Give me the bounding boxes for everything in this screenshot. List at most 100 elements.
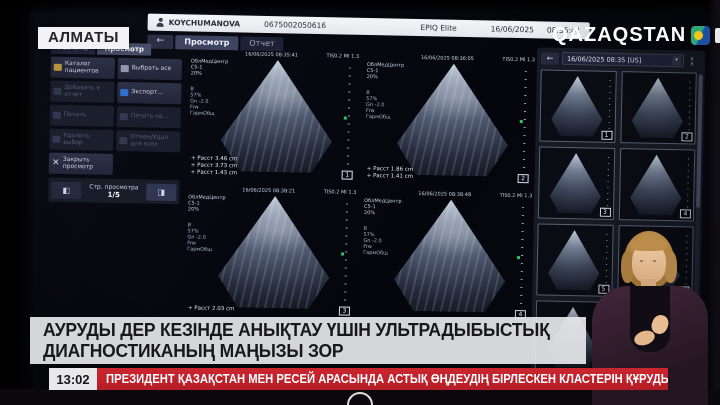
thumb-number-badge: 2 — [681, 132, 692, 141]
patient-id: 0675002050616 — [264, 20, 326, 30]
exam-date-dropdown[interactable]: 16/06/2025 08:35 [US] ▾ — [562, 52, 684, 67]
probe-info: ОблМедЦентр C5-1 20% — [364, 198, 402, 217]
patient-catalog-button[interactable]: Каталог пациентов — [51, 57, 115, 79]
mode-annotations: B 57% Gn -2.0 Frw ГармОбщ — [363, 226, 388, 256]
image-timestamp: 16/06/2025 08:38:21 — [242, 187, 295, 194]
thumbnail-panel-header: ← 16/06/2025 08:35 [US] ▾ ∧ ∧ — [541, 51, 697, 67]
headline-line-2: ДИАГНОСТИКАНЫҢ МАҢЫЗЫ ЗОР — [43, 341, 570, 362]
collapse-chevrons-icon[interactable]: ∧ ∧ — [687, 56, 697, 66]
patient-name: KOYCHUMANOVA — [169, 18, 241, 28]
location-tag: АЛМАТЫ — [38, 27, 129, 49]
probe-info: ОблМедЦентр C5-1 20% — [188, 194, 226, 213]
image-number-badge: 3 — [339, 306, 350, 315]
select-all-icon — [121, 65, 129, 72]
pager-next-button[interactable]: ◨ — [146, 183, 176, 201]
button-label: Печать на... — [131, 113, 169, 120]
broadcast-clock: 13:02 — [49, 368, 97, 390]
thumbnail-3[interactable]: 3 — [538, 146, 615, 220]
pager-status: Стр. просмотра 1/5 — [84, 183, 143, 199]
close-view-button[interactable]: ×Закрыть просмотр — [49, 153, 113, 175]
folder-icon — [54, 64, 62, 71]
thumb-fan — [549, 76, 605, 137]
back-arrow-icon[interactable]: ← — [541, 52, 559, 64]
button-label: Выбрать все — [132, 66, 172, 73]
thumbnail-1[interactable]: 1 — [539, 69, 616, 143]
chevron-down-icon: ▾ — [672, 56, 681, 65]
print-to-button[interactable]: Печать на... — [117, 106, 181, 128]
thumb-number-badge: 4 — [680, 209, 691, 218]
probe-info: ОблМедЦентр C5-1 20% — [367, 62, 405, 81]
add-to-report-button[interactable]: Добавить в отчет — [50, 81, 114, 103]
export-icon — [120, 89, 128, 96]
ultrasound-fan-image — [393, 63, 513, 177]
thumb-number-badge: 3 — [599, 208, 610, 217]
pager-label: Стр. просмотра — [84, 183, 143, 191]
thumb-ruler — [687, 158, 689, 212]
image-timestamp: 16/06/2025 08:35:41 — [245, 52, 298, 59]
printer-icon — [53, 112, 61, 119]
button-label: Добавить в отчет — [64, 85, 111, 99]
printer-to-icon — [120, 113, 128, 120]
mode-annotations: B 57% Gn -2.0 Frw ГармОбщ — [187, 222, 212, 252]
view-pager: ◧ Стр. просмотра 1/5 ◨ — [48, 178, 179, 205]
pager-value: 1/5 — [84, 190, 143, 199]
button-label: Экспорт... — [131, 89, 163, 96]
button-label: Каталог пациентов — [65, 61, 112, 75]
hd-badge: HD — [715, 28, 720, 43]
image-number-badge: 1 — [342, 170, 353, 179]
dropdown-value: 16/06/2025 08:35 [US] — [567, 54, 641, 63]
print-button[interactable]: Печать — [50, 105, 114, 127]
device-name: EPIQ Elite — [420, 23, 456, 33]
button-label: Удалить выбор — [63, 133, 110, 147]
image-timestamp: 16/06/2025 08:36:05 — [421, 55, 474, 62]
button-label: Закрыть просмотр — [63, 157, 110, 171]
qazaqstan-logo-icon — [691, 26, 710, 45]
dark-top-edge — [0, 0, 720, 14]
tv-broadcast-frame: KOYCHUMANOVA 0675002050616 EPIQ Elite 16… — [0, 0, 720, 405]
select-all-button[interactable]: Выбрать все — [118, 58, 182, 80]
tis-mi-readout: TIS0.2 MI 1.3 — [500, 193, 533, 200]
tis-mi-readout: TIS0.2 MI 1.3 — [326, 53, 359, 60]
ultrasound-image-4[interactable]: 16/06/2025 08:38:48 TIS0.2 MI 1.3 ОблМед… — [358, 186, 537, 326]
remove-selection-icon — [52, 136, 60, 143]
add-report-icon — [53, 88, 61, 95]
image-timestamp: 16/06/2025 08:38:48 — [418, 191, 471, 198]
exam-date: 16/06/2025 — [491, 24, 534, 34]
ultrasound-image-2[interactable]: 16/06/2025 08:36:05 TIS0.2 MI 1.3 ОблМед… — [360, 50, 539, 190]
news-ticker-bar: ПРЕЗИДЕНТ ҚАЗАҚСТАН МЕН РЕСЕЙ АРАСЫНДА А… — [97, 368, 668, 390]
cancel-all-icon — [119, 137, 127, 144]
interpreter-face — [632, 242, 666, 283]
ultrasound-image-1[interactable]: 16/06/2025 08:35:41 TIS0.2 MI 1.3 ОблМед… — [184, 46, 363, 186]
image-number-badge: 2 — [518, 174, 529, 183]
thumb-fan — [548, 153, 604, 214]
pager-prev-button[interactable]: ◧ — [51, 181, 81, 199]
depth-ruler — [347, 68, 351, 170]
depth-ruler — [520, 207, 524, 309]
thumbnail-4[interactable]: 4 — [618, 148, 695, 222]
cancel-all-button[interactable]: Отмен/Удал для всех — [116, 130, 180, 152]
tis-mi-readout: TIS0.2 MI 1.3 — [502, 57, 535, 64]
channel-name: QAZAQSTAN — [552, 24, 686, 47]
headline-line-1: АУРУДЫ ДЕР КЕЗІНДЕ АНЫҚТАУ ҮШІН УЛЬТРАДЫ… — [43, 320, 570, 341]
patient-icon — [157, 18, 164, 27]
measurement-readouts: + Расст 3.46 cm + Расст 3.73 cm + Расст … — [191, 155, 238, 177]
mode-annotations: B 57% Gn -2.0 Frw ГармОбщ — [366, 90, 391, 120]
button-label: Печать — [64, 112, 87, 119]
news-headline-band: АУРУДЫ ДЕР КЕЗІНДЕ АНЫҚТАУ ҮШІН УЛЬТРАДЫ… — [30, 317, 586, 364]
tools-button-grid: Каталог пациентов Выбрать все Добавить в… — [49, 57, 184, 177]
close-icon: × — [52, 160, 60, 167]
remove-selection-button[interactable]: Удалить выбор — [49, 129, 113, 151]
button-label: Отмен/Удал для всех — [130, 134, 177, 148]
thumbnail-2[interactable]: 2 — [620, 71, 697, 145]
thumb-ruler — [606, 157, 608, 211]
ultrasound-image-3[interactable]: 16/06/2025 08:38:21 TIS0.2 MI 1.3 ОблМед… — [182, 182, 361, 322]
export-button[interactable]: Экспорт... — [117, 82, 181, 104]
tools-panel: Расчеты Просмотр Каталог пациентов Выбра… — [48, 42, 184, 205]
ticker-text: ПРЕЗИДЕНТ ҚАЗАҚСТАН МЕН РЕСЕЙ АРАСЫНДА А… — [106, 372, 668, 386]
thumb-ruler — [689, 81, 691, 135]
thumb-fan — [628, 154, 684, 215]
probe-info: ОблМедЦентр C5-1 20% — [191, 58, 229, 77]
thumb-number-badge: 1 — [601, 131, 612, 140]
thumb-ruler — [608, 80, 610, 134]
measurement-readouts: + Расст 2.03 cm — [188, 305, 235, 313]
